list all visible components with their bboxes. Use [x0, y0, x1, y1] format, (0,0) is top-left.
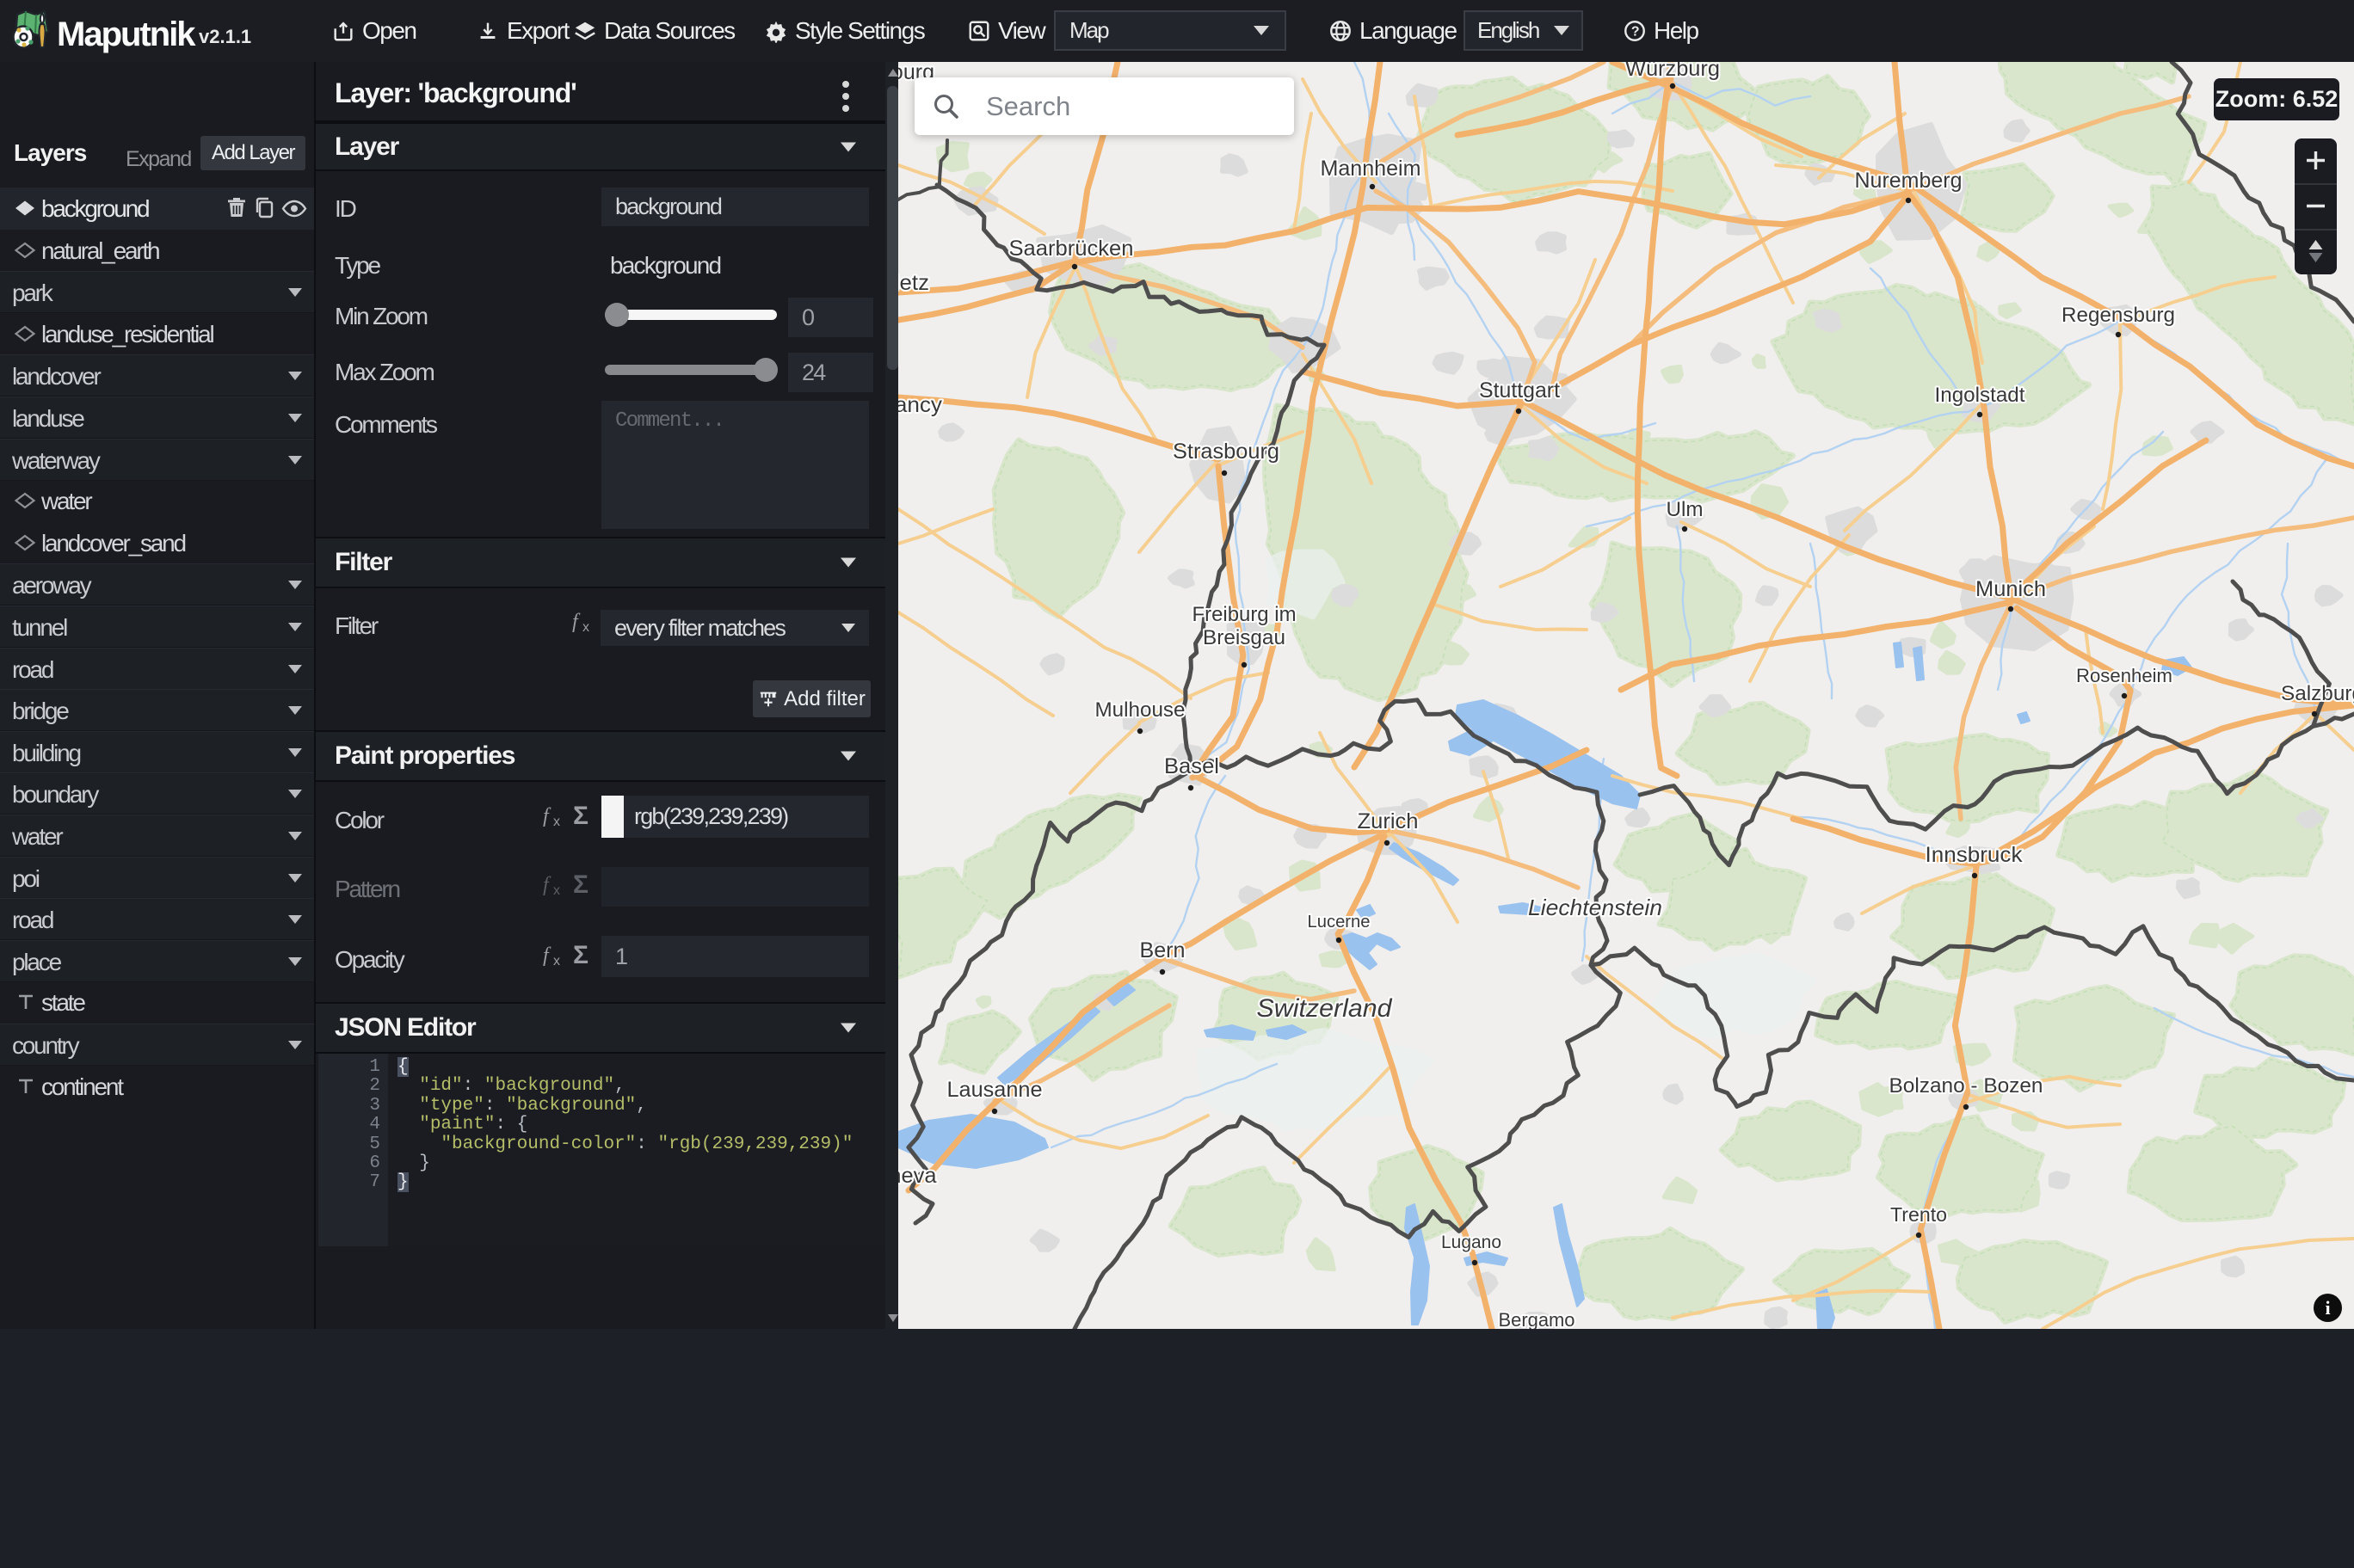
svg-text:Ulm: Ulm [1667, 498, 1704, 521]
svg-text:Basel: Basel [1164, 754, 1219, 778]
svg-text:f: f [543, 944, 552, 967]
svg-text:Regensburg: Regensburg [2061, 304, 2175, 327]
svg-text:Saarbrücken: Saarbrücken [1009, 237, 1134, 261]
svg-text:x: x [582, 620, 589, 635]
svg-text:Metz: Metz [898, 271, 929, 295]
svg-text:Salzburg: Salzburg [2281, 682, 2354, 705]
svg-text:Munich: Munich [1975, 577, 2046, 601]
svg-text:Zurich: Zurich [1358, 809, 1419, 833]
svg-text:Bern: Bern [1140, 938, 1186, 962]
svg-text:Nuremberg: Nuremberg [1855, 169, 1963, 193]
svg-text:Ingolstadt: Ingolstadt [1935, 384, 2025, 407]
svg-text:?: ? [1631, 25, 1639, 40]
svg-text:Nancy: Nancy [898, 393, 943, 417]
svg-text:Geneva: Geneva [898, 1164, 937, 1188]
svg-text:Liechtenstein: Liechtenstein [1528, 895, 1662, 920]
svg-text:Innsbruck: Innsbruck [1926, 843, 2024, 867]
svg-text:Bolzano - Bozen: Bolzano - Bozen [1889, 1074, 2043, 1098]
svg-text:Würzburg: Würzburg [1625, 62, 1720, 81]
svg-text:Lucerne: Lucerne [1308, 913, 1371, 932]
svg-text:Mulhouse: Mulhouse [1095, 698, 1186, 722]
svg-text:Strasbourg: Strasbourg [1173, 440, 1279, 464]
svg-text:x: x [553, 815, 560, 829]
svg-text:Lugano: Lugano [1441, 1233, 1501, 1252]
svg-text:f: f [572, 611, 581, 633]
svg-text:Bergamo: Bergamo [1499, 1309, 1575, 1329]
svg-text:Trento: Trento [1890, 1203, 1947, 1226]
svg-text:Freiburg im: Freiburg im [1192, 603, 1297, 626]
svg-text:Stuttgart: Stuttgart [1479, 378, 1560, 403]
svg-text:Lausanne: Lausanne [947, 1078, 1043, 1102]
svg-text:f: f [543, 874, 552, 896]
svg-text:x: x [553, 954, 560, 968]
svg-text:Breisgau: Breisgau [1203, 626, 1285, 649]
svg-text:Switzerland: Switzerland [1257, 994, 1393, 1023]
svg-text:Mannheim: Mannheim [1321, 157, 1421, 181]
svg-text:Rosenheim: Rosenheim [2076, 665, 2172, 686]
svg-text:f: f [543, 805, 552, 827]
svg-text:x: x [553, 883, 560, 898]
